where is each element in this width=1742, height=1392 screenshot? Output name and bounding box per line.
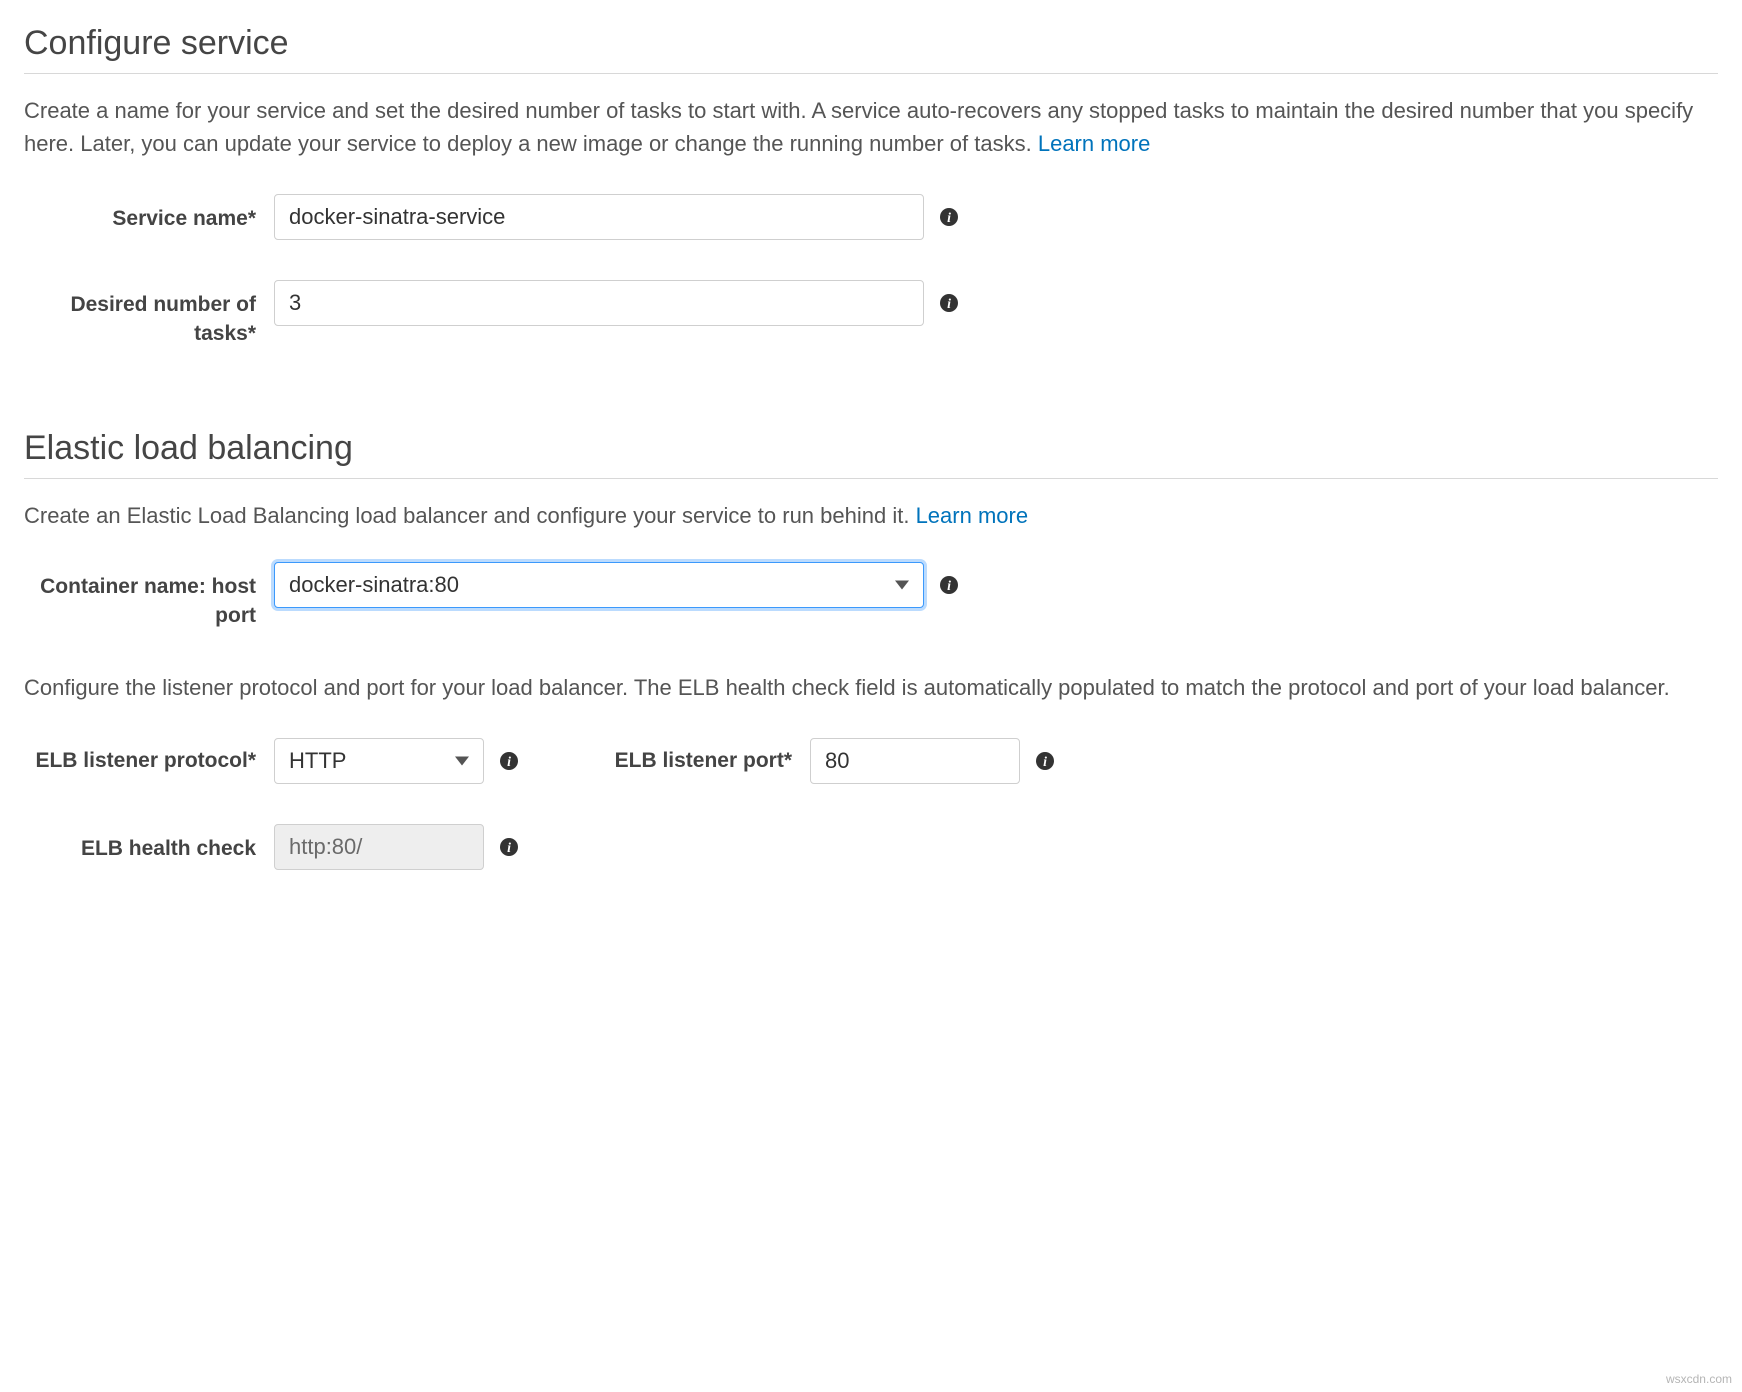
divider (24, 73, 1718, 74)
svg-text:i: i (507, 840, 511, 855)
section-title-configure-service: Configure service (24, 24, 1718, 63)
elb-health-check-label: ELB health check (24, 824, 274, 863)
divider (24, 478, 1718, 479)
configure-service-description: Create a name for your service and set t… (24, 94, 1718, 160)
container-host-port-label: Container name: host port (24, 562, 274, 631)
learn-more-link[interactable]: Learn more (1038, 131, 1151, 156)
elb-listener-protocol-label: ELB listener protocol* (24, 746, 274, 775)
elb-description-text: Create an Elastic Load Balancing load ba… (24, 503, 916, 528)
listener-description: Configure the listener protocol and port… (24, 671, 1718, 704)
elb-description: Create an Elastic Load Balancing load ba… (24, 499, 1718, 532)
elb-listener-protocol-select[interactable]: HTTP (274, 738, 484, 784)
info-icon[interactable]: i (938, 206, 960, 228)
svg-text:i: i (507, 754, 511, 769)
desired-tasks-input[interactable] (274, 280, 924, 326)
elb-listener-port-input[interactable] (810, 738, 1020, 784)
svg-text:i: i (947, 296, 951, 311)
info-icon[interactable]: i (938, 574, 960, 596)
svg-text:i: i (947, 578, 951, 593)
info-icon[interactable]: i (498, 750, 520, 772)
svg-text:i: i (1043, 754, 1047, 769)
configure-service-description-text: Create a name for your service and set t… (24, 98, 1693, 156)
section-title-elb: Elastic load balancing (24, 429, 1718, 468)
elb-listener-port-label: ELB listener port* (580, 746, 810, 775)
container-host-port-select[interactable]: docker-sinatra:80 (274, 562, 924, 608)
service-name-label: Service name* (24, 194, 274, 233)
desired-tasks-label: Desired number of tasks* (24, 280, 274, 349)
info-icon[interactable]: i (938, 292, 960, 314)
learn-more-link-elb[interactable]: Learn more (916, 503, 1029, 528)
info-icon[interactable]: i (1034, 750, 1056, 772)
info-icon[interactable]: i (498, 836, 520, 858)
service-name-input[interactable] (274, 194, 924, 240)
watermark: wsxcdn.com (1666, 1372, 1732, 1386)
svg-text:i: i (947, 210, 951, 225)
elb-health-check-input (274, 824, 484, 870)
